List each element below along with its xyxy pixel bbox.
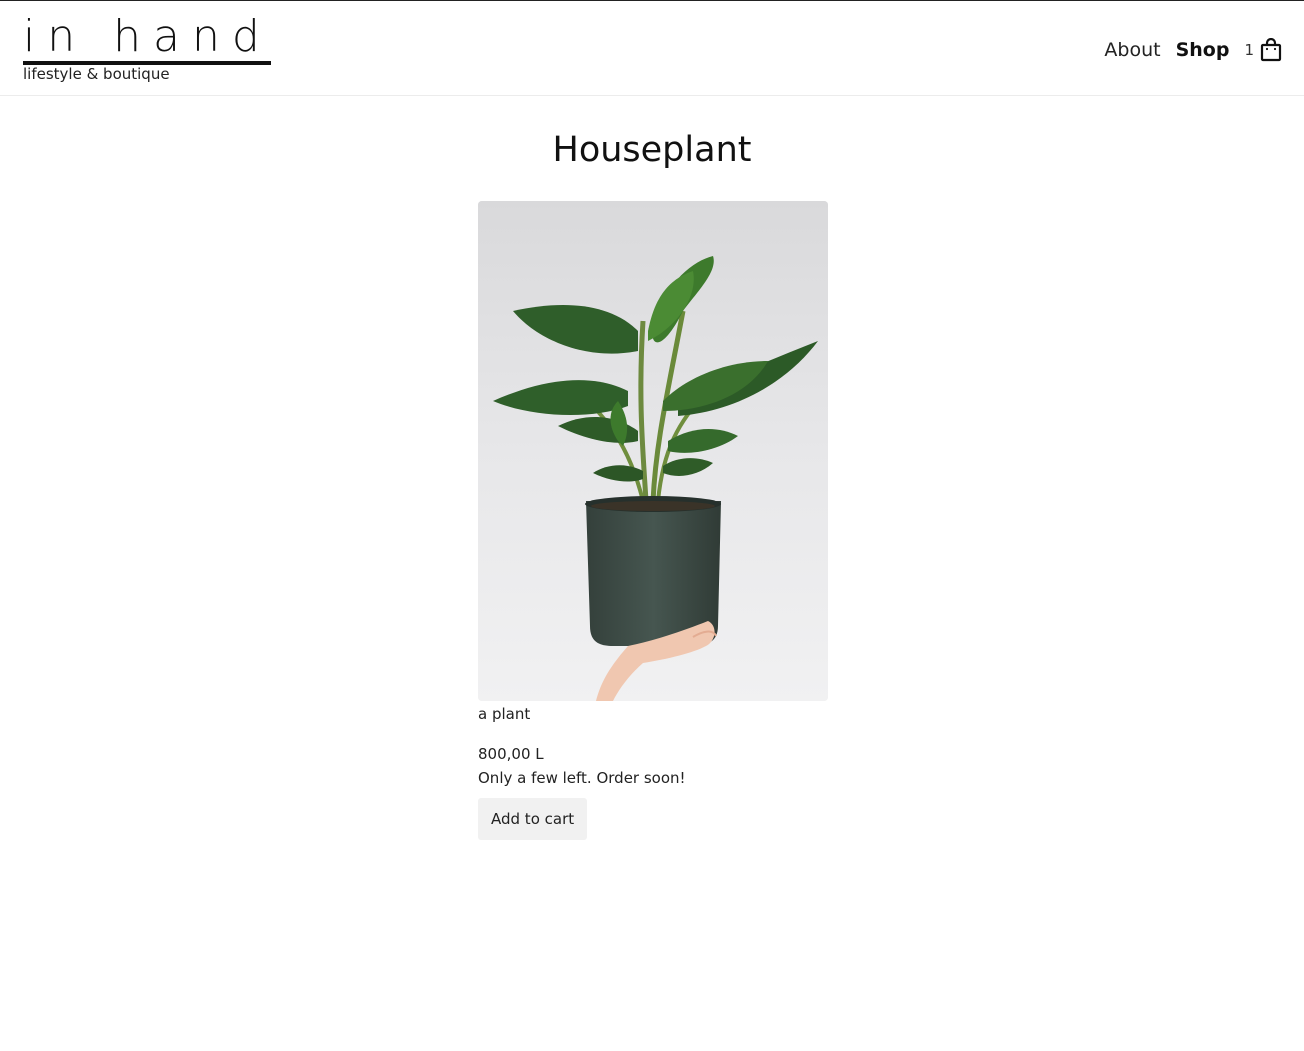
main-nav: About Shop 1 bbox=[1104, 37, 1282, 63]
nav-shop-link[interactable]: Shop bbox=[1176, 37, 1230, 63]
site-header: in hands lifestyle & boutique About Shop… bbox=[0, 1, 1304, 96]
brand-logo-link[interactable]: in hands lifestyle & boutique bbox=[23, 13, 271, 83]
product-image[interactable] bbox=[478, 201, 828, 701]
stock-note: Only a few left. Order soon! bbox=[478, 769, 686, 787]
nav-about-link[interactable]: About bbox=[1104, 37, 1160, 63]
cart-count: 1 bbox=[1244, 41, 1254, 59]
brand-tagline: lifestyle & boutique bbox=[23, 65, 170, 83]
add-to-cart-button[interactable]: Add to cart bbox=[478, 798, 588, 840]
brand-name: in hands bbox=[23, 13, 271, 65]
product-price: 800,00 L bbox=[478, 745, 544, 763]
page-title: Houseplant bbox=[552, 130, 752, 170]
product-description: a plant bbox=[478, 705, 531, 723]
shopping-bag-icon bbox=[1260, 38, 1282, 62]
cart-link[interactable]: 1 bbox=[1244, 37, 1282, 63]
product-card: a plant 800,00 L Only a few left. Order … bbox=[478, 201, 828, 840]
